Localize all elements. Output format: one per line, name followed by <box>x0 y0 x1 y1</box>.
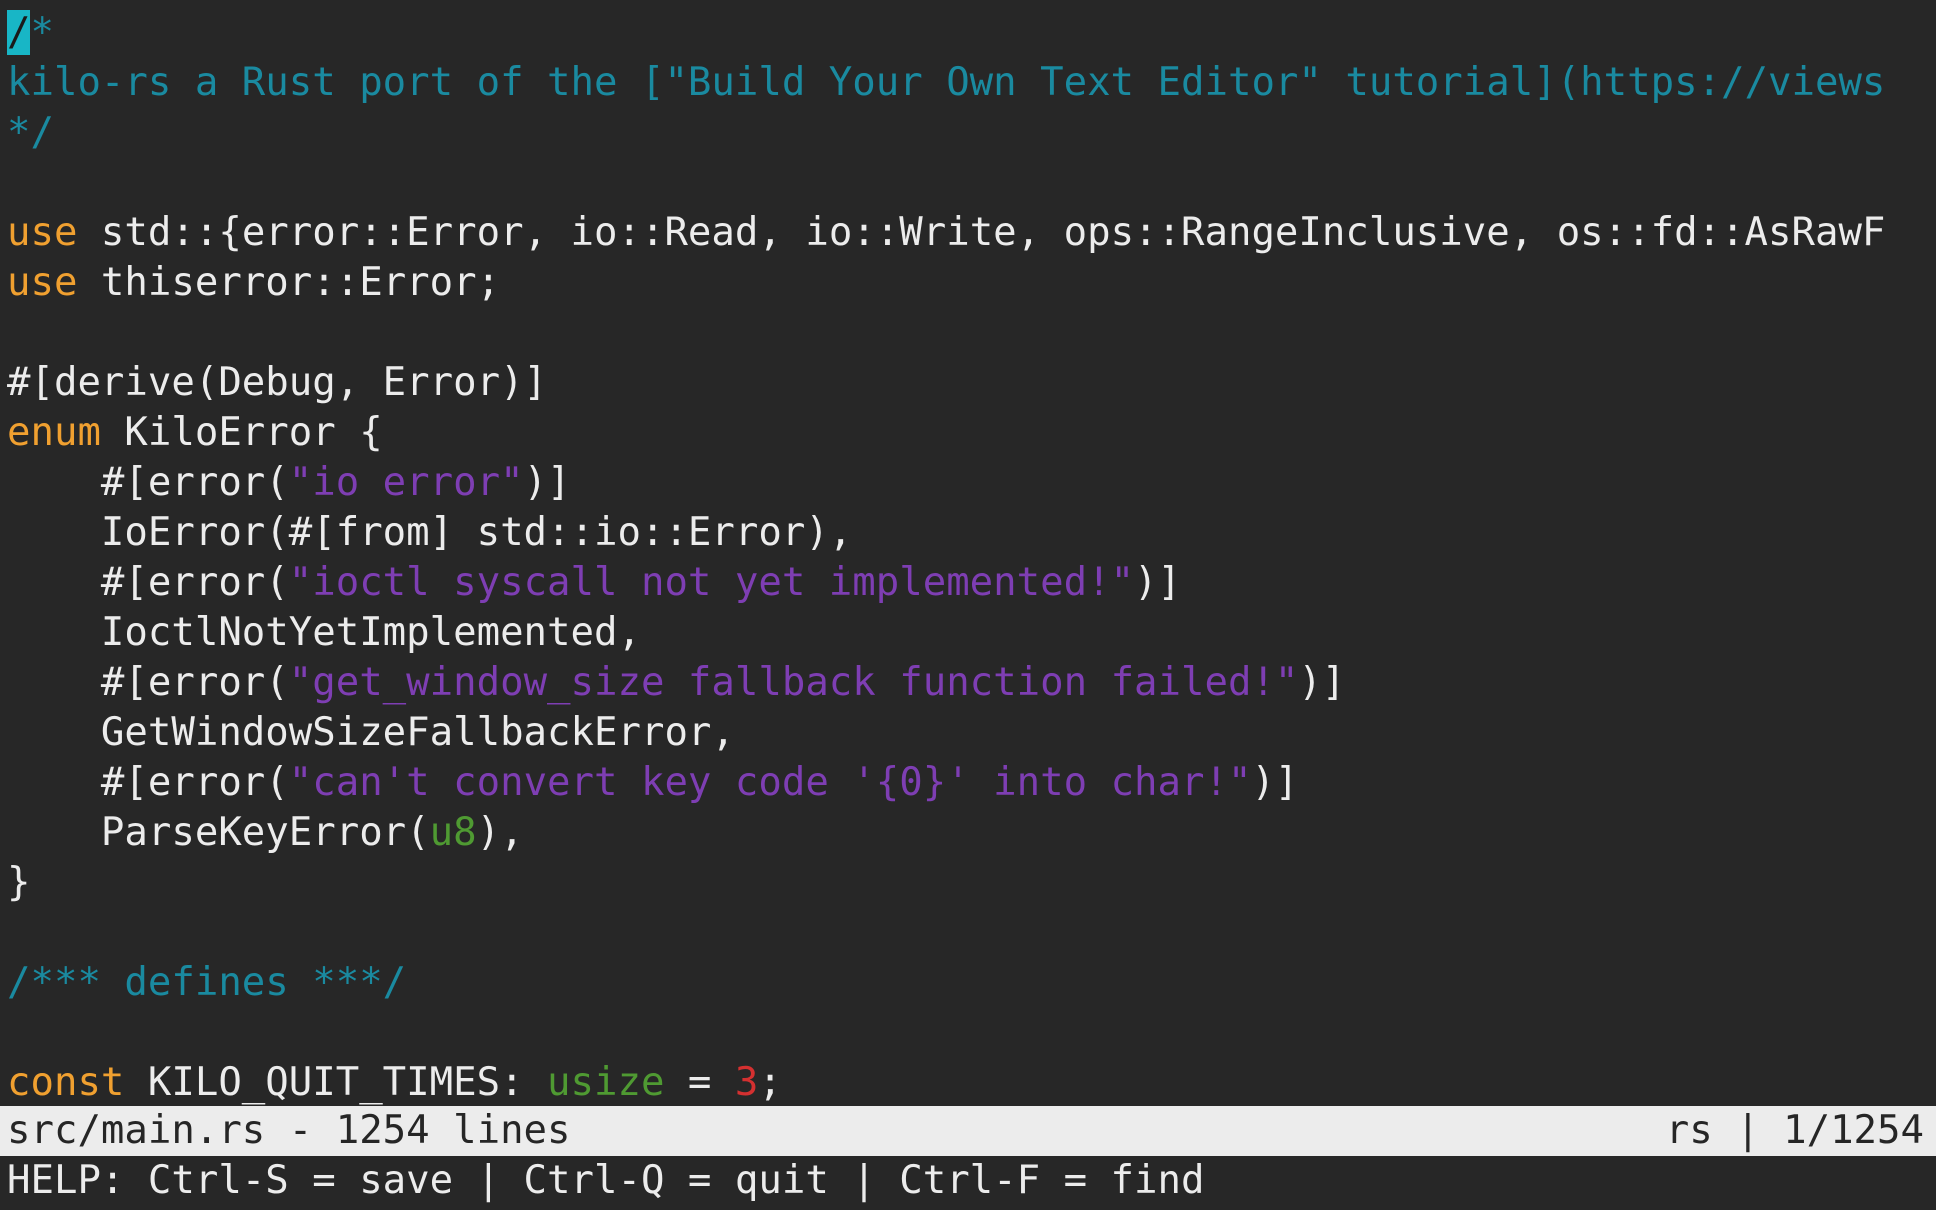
code-line[interactable]: #[error("can't convert key code '{0}' in… <box>7 758 1936 808</box>
code-line[interactable]: */ <box>7 108 1936 158</box>
code-token: "io error" <box>288 460 524 505</box>
code-token: IoctlNotYetImplemented, <box>7 610 641 655</box>
code-token: )] <box>523 460 571 505</box>
code-token: enum <box>7 410 101 455</box>
help-message: HELP: Ctrl-S = save | Ctrl-Q = quit | Ct… <box>7 1158 1205 1203</box>
code-token: 3 <box>734 1060 759 1105</box>
terminal-text-editor[interactable]: /* kilo-rs a Rust port of the ["Build You… <box>0 0 1936 1210</box>
code-token: )] <box>1251 760 1299 805</box>
code-line[interactable]: use thiserror::Error; <box>7 258 1936 308</box>
code-token: */ <box>7 110 54 155</box>
code-token: ParseKeyError( <box>7 810 430 855</box>
code-line[interactable] <box>7 308 1936 358</box>
status-file-info: src/main.rs - 1254 lines <box>7 1108 571 1153</box>
code-token: )] <box>1298 660 1346 705</box>
code-token: )] <box>1134 560 1182 605</box>
code-line[interactable]: use std::{error::Error, io::Read, io::Wr… <box>7 208 1936 258</box>
text-cursor: / <box>7 10 31 55</box>
code-token: use <box>7 210 78 255</box>
code-token: u8 <box>429 810 477 855</box>
code-token: KILO_QUIT_TIMES: <box>124 1060 548 1105</box>
code-token: /*** defines ***/ <box>7 960 407 1005</box>
code-token: "can't convert key code '{0}' into char!… <box>288 760 1252 805</box>
code-line[interactable]: /* <box>7 8 1936 58</box>
code-token: ; <box>758 1060 782 1105</box>
code-token: #[error( <box>7 460 289 505</box>
status-position: rs | 1/1254 <box>1665 1108 1924 1153</box>
code-token: ), <box>476 810 524 855</box>
code-token: = <box>664 1060 735 1105</box>
code-token: * <box>30 10 54 55</box>
code-line[interactable]: } <box>7 858 1936 908</box>
status-bar: src/main.rs - 1254 lines rs | 1/1254 <box>0 1106 1936 1156</box>
code-token: #[error( <box>7 760 289 805</box>
code-line[interactable]: #[error("io error")] <box>7 458 1936 508</box>
code-token: } <box>7 860 31 905</box>
code-line[interactable] <box>7 1008 1936 1058</box>
code-line[interactable]: #[error("ioctl syscall not yet implement… <box>7 558 1936 608</box>
code-token: usize <box>547 1060 665 1105</box>
code-token: "ioctl syscall not yet implemented!" <box>288 560 1135 605</box>
code-line[interactable]: kilo-rs a Rust port of the ["Build Your … <box>7 58 1936 108</box>
code-token: kilo-rs a Rust port of the ["Build Your … <box>7 60 1886 105</box>
code-line[interactable]: IoctlNotYetImplemented, <box>7 608 1936 658</box>
code-line[interactable]: #[derive(Debug, Error)] <box>7 358 1936 408</box>
code-line[interactable]: #[error("get_window_size fallback functi… <box>7 658 1936 708</box>
code-token: "get_window_size fallback function faile… <box>288 660 1299 705</box>
code-line[interactable] <box>7 908 1936 958</box>
code-line[interactable]: /*** defines ***/ <box>7 958 1936 1008</box>
code-line[interactable]: IoError(#[from] std::io::Error), <box>7 508 1936 558</box>
code-token: GetWindowSizeFallbackError, <box>7 710 735 755</box>
code-token: KiloError { <box>100 410 383 455</box>
code-token: thiserror::Error; <box>77 260 501 305</box>
code-line[interactable]: ParseKeyError(u8), <box>7 808 1936 858</box>
code-line[interactable]: enum KiloError { <box>7 408 1936 458</box>
code-line[interactable] <box>7 158 1936 208</box>
code-line[interactable]: GetWindowSizeFallbackError, <box>7 708 1936 758</box>
code-token: #[error( <box>7 660 289 705</box>
code-area[interactable]: /* kilo-rs a Rust port of the ["Build You… <box>7 8 1936 1106</box>
code-token: #[derive(Debug, Error)] <box>7 360 548 405</box>
code-token: #[error( <box>7 560 289 605</box>
code-token: IoError(#[from] std::io::Error), <box>7 510 853 555</box>
code-line[interactable]: const KILO_QUIT_TIMES: usize = 3; <box>7 1058 1936 1106</box>
code-token: std::{error::Error, io::Read, io::Write,… <box>77 210 1886 255</box>
code-token: const <box>7 1060 125 1105</box>
code-token: use <box>7 260 78 305</box>
